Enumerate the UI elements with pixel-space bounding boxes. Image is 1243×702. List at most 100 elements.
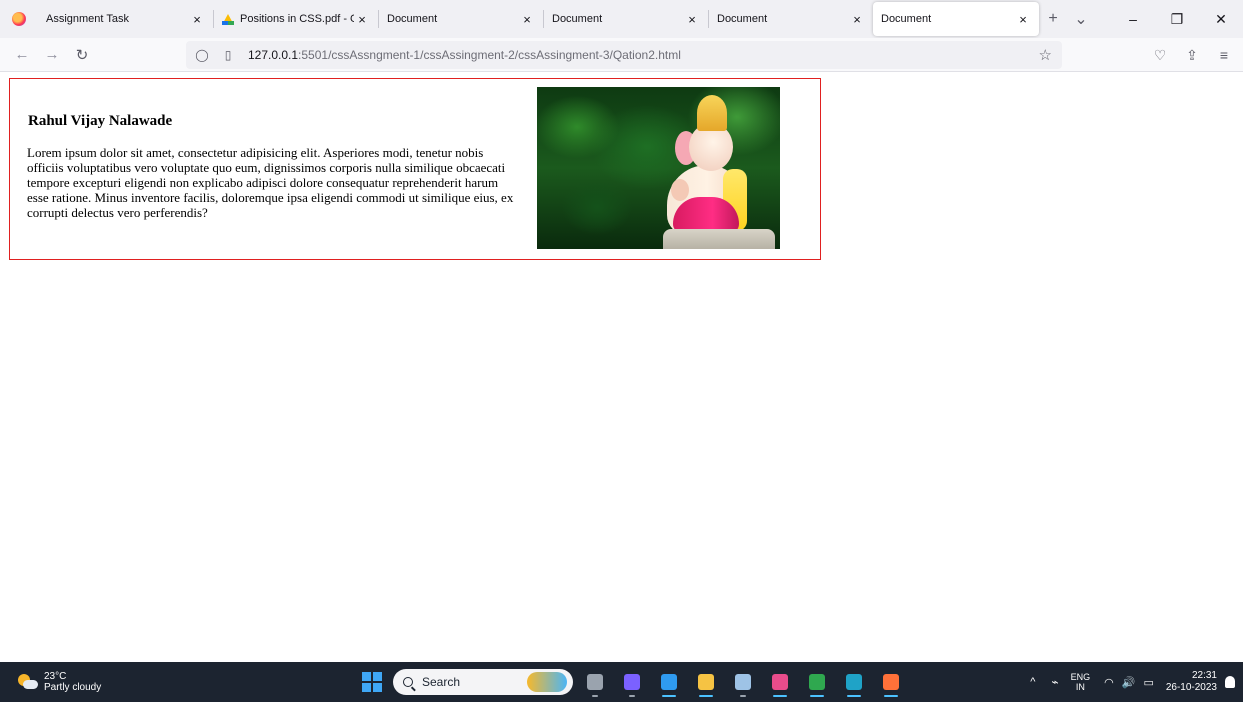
new-tab-button[interactable]: + xyxy=(1039,2,1067,36)
vscode-icon-glyph xyxy=(660,674,677,690)
battery-icon[interactable]: ▭ xyxy=(1143,676,1153,689)
weather-desc: Partly cloudy xyxy=(44,682,102,693)
settings-icon-glyph xyxy=(734,674,751,690)
close-icon[interactable]: × xyxy=(849,12,865,27)
idol-crown xyxy=(697,95,727,131)
close-icon[interactable]: × xyxy=(684,12,700,27)
bookmark-star-icon[interactable]: ☆ xyxy=(1039,46,1052,64)
running-indicator xyxy=(662,695,676,697)
reload-button[interactable]: ↻ xyxy=(70,43,94,67)
volume-icon[interactable]: 🔊 xyxy=(1122,676,1136,689)
google-drive-icon xyxy=(222,13,234,25)
close-window-button[interactable]: ✕ xyxy=(1199,11,1243,28)
running-indicator xyxy=(884,695,898,697)
tab-title: Document xyxy=(552,13,603,25)
intellij-icon-glyph xyxy=(771,674,788,690)
tab-title: Assignment Task xyxy=(46,13,129,25)
toolbar-right: ♡ ⇪ ≡ xyxy=(1149,43,1235,67)
tab-title: Document xyxy=(881,13,932,25)
tab-document-3[interactable]: Document × xyxy=(709,2,873,36)
intellij-icon[interactable] xyxy=(767,668,792,697)
tab-document-1[interactable]: Document × xyxy=(379,2,543,36)
shield-icon[interactable]: ◯ xyxy=(192,48,212,62)
navigation-bar: ← → ↻ ◯ ▯ 127.0.0.1:5501/cssAssngment-1/… xyxy=(0,38,1243,72)
chrome-icon-glyph xyxy=(808,674,825,690)
url-bar[interactable]: ◯ ▯ 127.0.0.1:5501/cssAssngment-1/cssAss… xyxy=(186,41,1062,69)
weather-text: 23°C Partly cloudy xyxy=(44,671,101,693)
page-content: Rahul Vijay Nalawade Lorem ipsum dolor s… xyxy=(0,72,1243,662)
vscode-icon[interactable] xyxy=(656,668,681,697)
taskbar: 23°C Partly cloudy Search ^ ⌁ ENG IN ◠ 🔊… xyxy=(0,662,1243,702)
share-icon[interactable]: ⇪ xyxy=(1181,43,1203,67)
url-host: 127.0.0.1 xyxy=(248,48,299,62)
firefox-icon-glyph xyxy=(882,674,899,690)
minimize-button[interactable]: – xyxy=(1111,11,1155,27)
idol-cloth xyxy=(673,197,739,233)
search-highlight-icon xyxy=(527,672,567,692)
running-indicator xyxy=(592,695,598,697)
close-icon[interactable]: × xyxy=(189,12,205,27)
clock[interactable]: 22:31 26-10-2023 xyxy=(1166,670,1217,694)
ganesha-idol-image xyxy=(537,87,780,249)
chat-icon[interactable] xyxy=(619,668,644,697)
running-indicator xyxy=(699,695,713,697)
firefox-view-icon[interactable] xyxy=(0,0,38,38)
folder-icon-glyph xyxy=(697,674,714,690)
menu-icon[interactable]: ≡ xyxy=(1213,43,1235,67)
file-manager-icon-glyph xyxy=(586,674,603,690)
tab-title: Document xyxy=(387,13,438,25)
forward-button[interactable]: → xyxy=(40,43,64,67)
tray-app-icon[interactable]: ⌁ xyxy=(1051,675,1058,689)
tab-document-active[interactable]: Document × xyxy=(873,2,1039,36)
weather-widget[interactable]: 23°C Partly cloudy xyxy=(18,671,168,693)
tab-title: Document xyxy=(717,13,768,25)
edge-icon[interactable] xyxy=(841,668,866,697)
url-text[interactable]: 127.0.0.1:5501/cssAssngment-1/cssAssingm… xyxy=(248,48,681,62)
chat-icon-glyph xyxy=(623,674,640,690)
partly-cloudy-icon xyxy=(18,674,38,690)
profile-name: Rahul Vijay Nalawade xyxy=(28,113,173,129)
file-manager-icon[interactable] xyxy=(582,668,607,697)
system-tray: ^ ⌁ ENG IN ◠ 🔊 ▭ 22:31 26-10-2023 xyxy=(1030,662,1235,702)
clock-date: 26-10-2023 xyxy=(1165,682,1217,693)
close-icon[interactable]: × xyxy=(1015,12,1031,27)
firefox-icon[interactable] xyxy=(878,668,903,697)
idol-base xyxy=(663,229,775,249)
clock-time: 22:31 xyxy=(1191,670,1217,681)
tab-positions-pdf[interactable]: Positions in CSS.pdf - Googl × xyxy=(214,2,378,36)
close-icon[interactable]: × xyxy=(354,12,370,27)
window-controls: – ❐ ✕ xyxy=(1111,0,1243,38)
show-hidden-icons-chevron-icon[interactable]: ^ xyxy=(1030,676,1035,688)
tab-document-2[interactable]: Document × xyxy=(544,2,708,36)
notification-bell-icon[interactable] xyxy=(1225,676,1235,688)
edge-icon-glyph xyxy=(845,674,862,690)
restore-button[interactable]: ❐ xyxy=(1155,11,1199,28)
running-indicator xyxy=(847,695,861,697)
search-icon xyxy=(403,677,413,687)
chrome-icon[interactable] xyxy=(804,668,829,697)
running-indicator xyxy=(773,695,787,697)
folder-icon[interactable] xyxy=(693,668,718,697)
page-icon[interactable]: ▯ xyxy=(218,48,238,62)
profile-card: Rahul Vijay Nalawade Lorem ipsum dolor s… xyxy=(9,78,821,260)
pocket-icon[interactable]: ♡ xyxy=(1149,43,1171,67)
taskbar-search[interactable]: Search xyxy=(393,669,573,695)
weather-temp: 23°C xyxy=(44,671,67,682)
running-indicator xyxy=(629,695,635,697)
settings-icon[interactable] xyxy=(730,668,755,697)
browser-tab-bar: Assignment Task × Positions in CSS.pdf -… xyxy=(0,0,1243,38)
running-indicator xyxy=(810,695,824,697)
wifi-icon[interactable]: ◠ xyxy=(1104,676,1114,689)
lang-bottom: IN xyxy=(1075,682,1085,692)
list-all-tabs-button[interactable]: ⌄ xyxy=(1067,2,1095,36)
profile-paragraph: Lorem ipsum dolor sit amet, consectetur … xyxy=(27,145,514,220)
tab-assignment-task[interactable]: Assignment Task × xyxy=(38,2,213,36)
back-button[interactable]: ← xyxy=(10,43,34,67)
running-indicator xyxy=(740,695,746,697)
windows-start-icon[interactable] xyxy=(362,672,382,692)
idol-hand xyxy=(671,179,689,201)
search-label: Search xyxy=(422,675,461,689)
language-indicator[interactable]: ENG IN xyxy=(1071,672,1091,692)
tab-title: Positions in CSS.pdf - Googl xyxy=(240,13,354,25)
close-icon[interactable]: × xyxy=(519,12,535,27)
